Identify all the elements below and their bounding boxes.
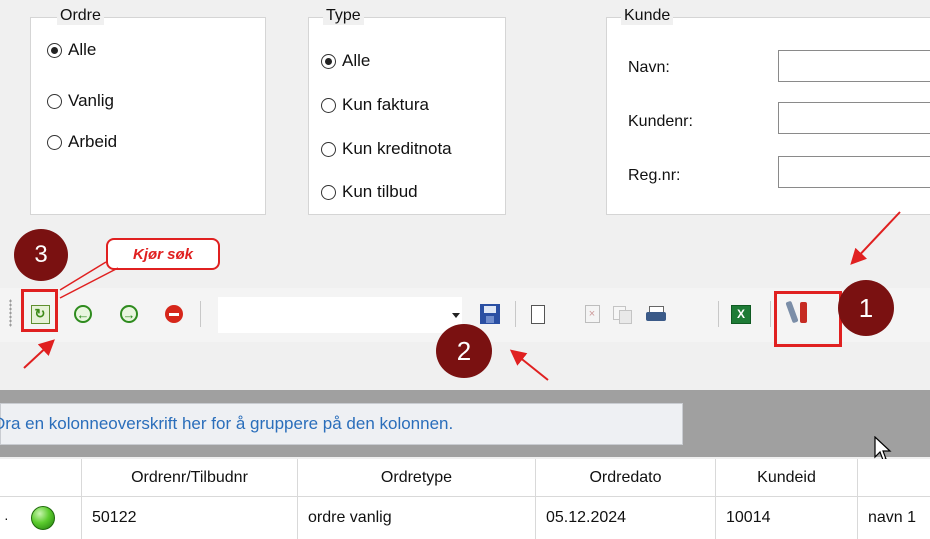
group-by-hint[interactable]: Dra en kolonneoverskrift her for å grupp… — [0, 403, 683, 445]
table-cell-ordretype[interactable]: ordre vanlig — [298, 497, 536, 539]
row-indicator: · — [4, 510, 9, 526]
column-header-navn[interactable] — [858, 459, 930, 497]
column-header-ordretype[interactable]: Ordretype — [298, 459, 536, 497]
table-cell-kundeid[interactable]: 10014 — [716, 497, 858, 539]
table-row-status-cell[interactable]: · — [0, 497, 82, 539]
status-green-icon — [31, 506, 55, 530]
column-header-ordredato[interactable]: Ordredato — [536, 459, 716, 497]
column-header-status[interactable] — [0, 459, 82, 497]
table-cell-ordredato[interactable]: 05.12.2024 — [536, 497, 716, 539]
column-header-ordrenr[interactable]: Ordrenr/Tilbudnr — [82, 459, 298, 497]
group-by-hint-text: Dra en kolonneoverskrift her for å grupp… — [0, 414, 454, 433]
table-cell-ordrenr[interactable]: 50122 — [82, 497, 298, 539]
table-cell-navn[interactable]: navn 1 — [858, 497, 930, 539]
column-header-kundeid[interactable]: Kundeid — [716, 459, 858, 497]
